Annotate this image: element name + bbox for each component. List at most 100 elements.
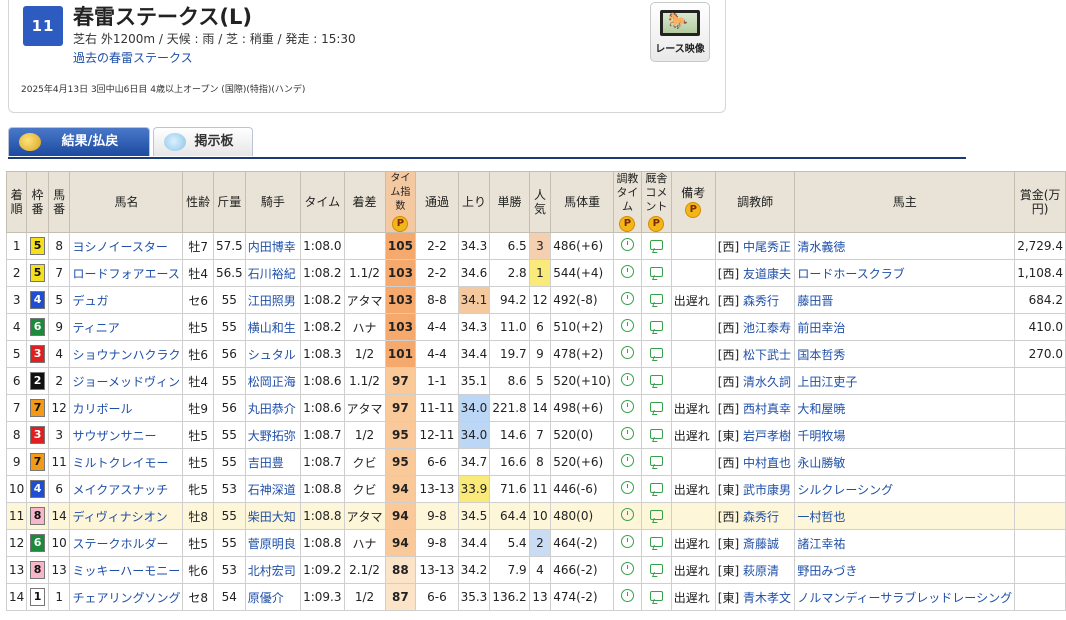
owner-link[interactable]: 国本哲秀 — [797, 348, 845, 362]
clock-icon[interactable] — [620, 265, 634, 278]
clock-icon[interactable] — [620, 508, 634, 521]
stable-comment-cell[interactable] — [641, 367, 672, 395]
owner-link[interactable]: 千明牧場 — [797, 429, 845, 443]
horse-link[interactable]: ティニア — [72, 321, 119, 335]
owner-link[interactable]: 諸江幸祐 — [797, 537, 845, 551]
clock-icon[interactable] — [620, 400, 634, 413]
horse-link[interactable]: ヨシノイースター — [72, 240, 167, 254]
train-time-cell[interactable] — [612, 502, 643, 530]
jockey-link[interactable]: 横山和生 — [248, 321, 296, 335]
clock-icon[interactable] — [620, 427, 634, 440]
clock-icon[interactable] — [620, 562, 634, 575]
trainer-link[interactable]: 森秀行 — [743, 294, 779, 308]
horse-link[interactable]: サウザンサニー — [72, 429, 156, 443]
trainer-link[interactable]: 中村直也 — [743, 456, 791, 470]
comment-icon[interactable] — [649, 510, 663, 520]
comment-icon[interactable] — [649, 402, 663, 412]
clock-icon[interactable] — [620, 535, 634, 548]
premium-p-icon[interactable]: P — [685, 202, 702, 218]
stable-comment-cell[interactable] — [641, 394, 672, 422]
clock-icon[interactable] — [620, 373, 634, 386]
clock-icon[interactable] — [620, 346, 634, 359]
trainer-link[interactable]: 松下武士 — [743, 348, 791, 362]
owner-link[interactable]: 清水義徳 — [797, 240, 845, 254]
horse-link[interactable]: ジョーメッドヴィン — [72, 375, 180, 389]
train-time-cell[interactable] — [612, 529, 643, 557]
comment-icon[interactable] — [649, 267, 663, 277]
trainer-link[interactable]: 友道康夫 — [743, 267, 791, 281]
horse-link[interactable]: ステークホルダー — [72, 537, 168, 551]
comment-icon[interactable] — [649, 564, 663, 574]
train-time-cell[interactable] — [612, 259, 643, 287]
tab-board[interactable]: 掲示板 — [153, 127, 253, 156]
comment-icon[interactable] — [649, 429, 663, 439]
horse-link[interactable]: メイクアスナッチ — [72, 483, 168, 497]
train-time-cell[interactable] — [612, 475, 643, 503]
trainer-link[interactable]: 武市康男 — [743, 483, 791, 497]
stable-comment-cell[interactable] — [641, 583, 672, 611]
trainer-link[interactable]: 西村真幸 — [743, 402, 791, 416]
jockey-link[interactable]: 松岡正海 — [248, 375, 296, 389]
stable-comment-cell[interactable] — [641, 259, 672, 287]
comment-icon[interactable] — [649, 348, 663, 358]
premium-p-icon[interactable]: P — [619, 216, 636, 232]
trainer-link[interactable]: 岩戸孝樹 — [743, 429, 791, 443]
clock-icon[interactable] — [620, 589, 634, 602]
stable-comment-cell[interactable] — [641, 475, 672, 503]
premium-p-icon[interactable]: P — [392, 216, 409, 232]
comment-icon[interactable] — [649, 294, 663, 304]
train-time-cell[interactable] — [612, 421, 643, 449]
trainer-link[interactable]: 青木孝文 — [743, 591, 791, 605]
trainer-link[interactable]: 池江泰寿 — [743, 321, 791, 335]
stable-comment-cell[interactable] — [641, 421, 672, 449]
jockey-link[interactable]: 江田照男 — [248, 294, 296, 308]
owner-link[interactable]: 前田幸治 — [797, 321, 845, 335]
race-video-button[interactable]: レース映像 — [650, 2, 710, 62]
stable-comment-cell[interactable] — [641, 313, 672, 341]
owner-link[interactable]: 藤田晋 — [797, 294, 833, 308]
stable-comment-cell[interactable] — [641, 502, 672, 530]
owner-link[interactable]: 野田みづき — [797, 564, 857, 578]
stable-comment-cell[interactable] — [641, 448, 672, 476]
horse-link[interactable]: デュガ — [72, 294, 108, 308]
clock-icon[interactable] — [620, 319, 634, 332]
train-time-cell[interactable] — [612, 232, 643, 260]
owner-link[interactable]: 一村哲也 — [797, 510, 845, 524]
comment-icon[interactable] — [649, 375, 663, 385]
comment-icon[interactable] — [649, 483, 663, 493]
tab-results[interactable]: 結果/払戻 — [8, 127, 150, 156]
jockey-link[interactable]: 石川裕紀 — [248, 267, 296, 281]
horse-link[interactable]: カリボール — [72, 402, 132, 416]
jockey-link[interactable]: 大野拓弥 — [248, 429, 296, 443]
stable-comment-cell[interactable] — [641, 232, 672, 260]
comment-icon[interactable] — [649, 240, 663, 250]
owner-link[interactable]: ノルマンディーサラブレッドレーシング — [797, 591, 1012, 605]
owner-link[interactable]: シルクレーシング — [797, 483, 893, 497]
jockey-link[interactable]: 吉田豊 — [248, 456, 284, 470]
owner-link[interactable]: 大和屋暁 — [797, 402, 845, 416]
premium-p-icon[interactable]: P — [648, 216, 665, 232]
clock-icon[interactable] — [620, 481, 634, 494]
train-time-cell[interactable] — [612, 313, 643, 341]
clock-icon[interactable] — [620, 454, 634, 467]
train-time-cell[interactable] — [612, 367, 643, 395]
owner-link[interactable]: 上田江吏子 — [797, 375, 857, 389]
comment-icon[interactable] — [649, 537, 663, 547]
stable-comment-cell[interactable] — [641, 529, 672, 557]
train-time-cell[interactable] — [612, 448, 643, 476]
jockey-link[interactable]: 内田博幸 — [248, 240, 296, 254]
jockey-link[interactable]: 菅原明良 — [248, 537, 296, 551]
train-time-cell[interactable] — [612, 556, 643, 584]
trainer-link[interactable]: 清水久詞 — [743, 375, 791, 389]
jockey-link[interactable]: 丸田恭介 — [248, 402, 296, 416]
horse-link[interactable]: ミルトクレイモー — [72, 456, 168, 470]
jockey-link[interactable]: 北村宏司 — [248, 564, 296, 578]
clock-icon[interactable] — [620, 238, 634, 251]
horse-link[interactable]: ロードフォアエース — [72, 267, 179, 281]
horse-link[interactable]: チェアリングソング — [72, 591, 180, 605]
comment-icon[interactable] — [649, 456, 663, 466]
stable-comment-cell[interactable] — [641, 286, 672, 314]
train-time-cell[interactable] — [612, 340, 643, 368]
jockey-link[interactable]: 柴田大知 — [248, 510, 296, 524]
jockey-link[interactable]: シュタル — [248, 348, 296, 362]
